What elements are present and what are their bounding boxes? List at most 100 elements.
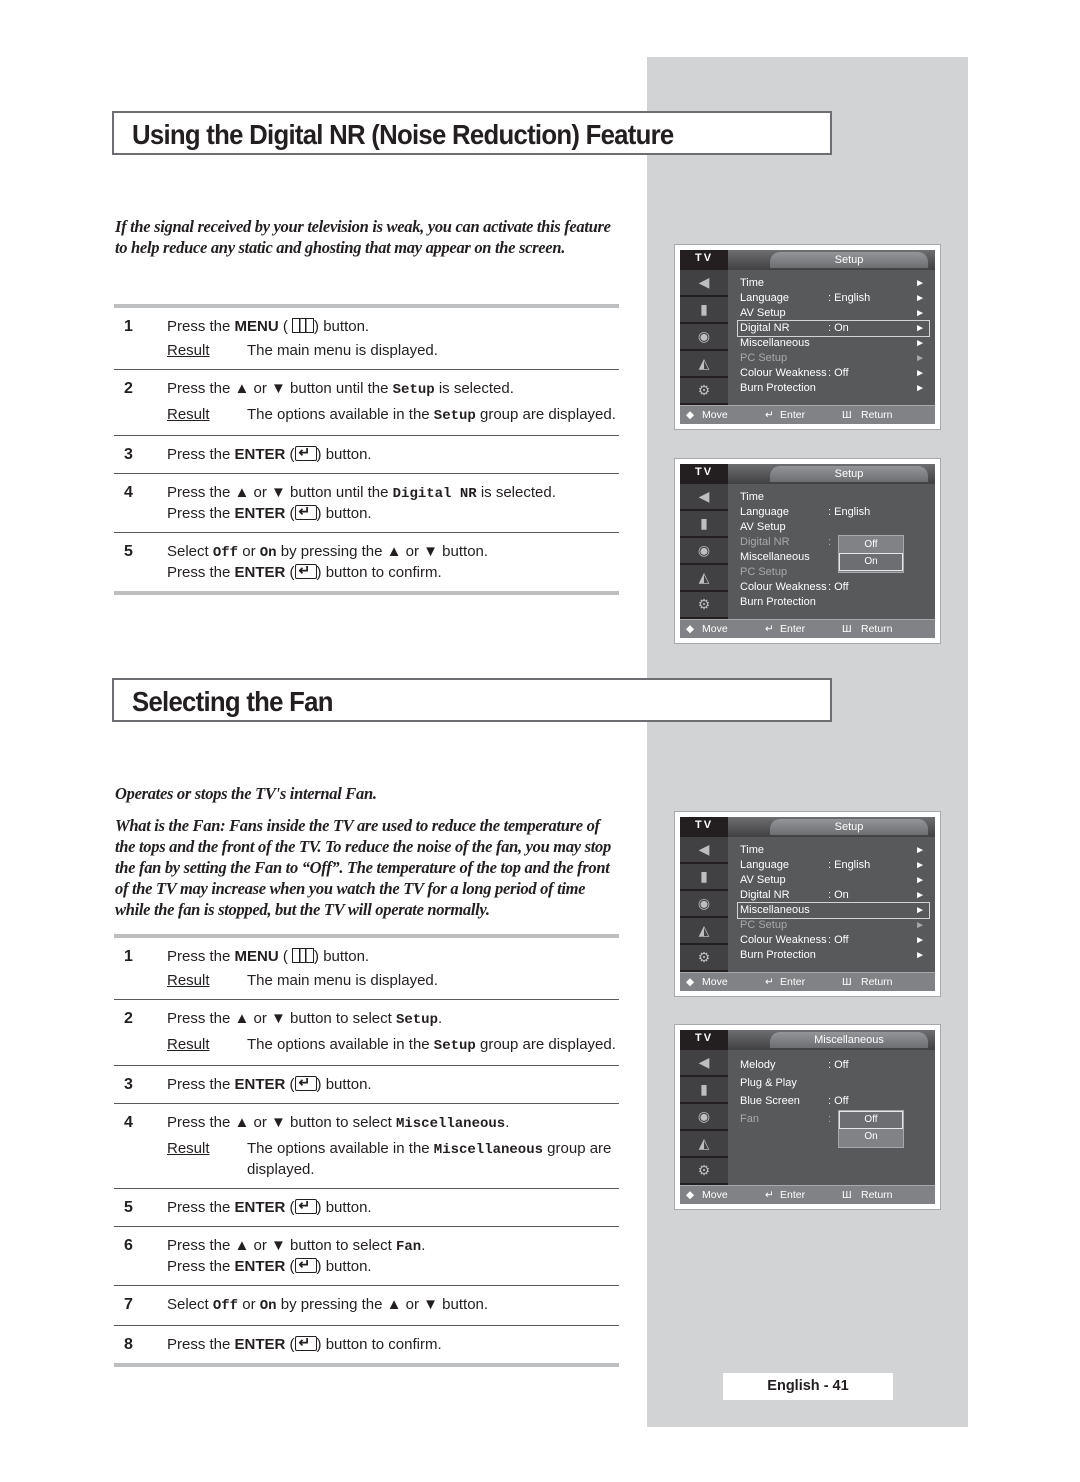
step-text: button. <box>321 1258 372 1275</box>
section-title-fan: Selecting the Fan <box>112 678 832 722</box>
move-label: Move <box>702 623 728 635</box>
satellite-dish-icon: ◀ <box>680 270 728 297</box>
osd-item-label: Time <box>740 491 765 503</box>
osd-item-value: : Off <box>828 934 849 946</box>
step-text: Press the <box>167 948 235 965</box>
satellite-dish-icon: ◀ <box>680 837 728 864</box>
osd-item-label: Time <box>740 844 765 856</box>
step-text: . <box>437 1010 443 1027</box>
step-item: 2 Press the ▲ or ▼ button to select Setu… <box>114 1000 619 1066</box>
osd-footer: ◆ Move ↵ Enter Ш Return <box>680 1185 935 1204</box>
menu-term: On <box>259 1298 277 1314</box>
osd-panel: TV Setup ◀ ▮ ◉ ◭ ⚙ Time Language: English AV Setu… <box>680 464 935 638</box>
step-item: 5 Select Off or On by pressing the ▲ or … <box>114 533 619 591</box>
osd-item-label: PC Setup <box>740 352 788 364</box>
step-item: 3 Press the ENTER () button. <box>114 1066 619 1104</box>
osd-item-label: Miscellaneous <box>740 337 810 349</box>
step-text: Press the <box>167 1258 235 1275</box>
osd-item-label: Melody <box>740 1059 776 1071</box>
step-number: 4 <box>124 1114 133 1131</box>
osd-menu-item: Burn Protection <box>738 595 929 610</box>
step-text: Select <box>167 1296 213 1313</box>
osd-item-label: PC Setup <box>740 566 788 578</box>
osd-menu-item: AV Setup ► <box>738 873 929 888</box>
step-number: 1 <box>124 948 133 965</box>
osd-item-value: : Off <box>828 581 849 593</box>
step-number: 7 <box>124 1296 133 1313</box>
osd-item-label: Burn Protection <box>740 949 816 961</box>
step-text: button. <box>319 318 370 335</box>
step-text: or <box>238 1296 260 1313</box>
step-number: 5 <box>124 1199 133 1216</box>
enter-icon: ↵ <box>765 976 774 988</box>
osd-menu-list: Time ► Language: English ► AV Setup ► Digital … <box>737 843 930 963</box>
osd-option-popup: Off On <box>838 535 904 573</box>
osd-item-label: Colour Weakness <box>740 581 827 593</box>
result-text: The main menu is displayed. <box>247 972 438 989</box>
intro-digital-nr: If the signal received by your televisio… <box>115 217 611 257</box>
osd-menu-item: Miscellaneous ► <box>738 336 929 351</box>
osd-icon-column: ◀ ▮ ◉ ◭ ⚙ <box>680 270 728 408</box>
updown-arrow-icon: ◆ <box>686 1189 695 1201</box>
step-text: button to confirm. <box>321 1336 442 1353</box>
step-text: Press the <box>167 505 235 522</box>
osd-item-label: Time <box>740 277 765 289</box>
osd-item-label: Language <box>740 292 789 304</box>
osd-menu-title: Setup <box>770 252 928 268</box>
step-number: 8 <box>124 1336 133 1353</box>
osd-item-label: PC Setup <box>740 919 788 931</box>
enter-icon <box>294 443 317 462</box>
setup-icon: ⚙ <box>680 945 728 972</box>
step-number: 1 <box>124 318 133 335</box>
osd-panel: TV Setup ◀ ▮ ◉ ◭ ⚙ Time ► Language: English ► AV Se… <box>680 250 935 424</box>
osd-tv-label: TV <box>680 464 728 484</box>
step-text: . <box>421 1237 426 1254</box>
result-label: Result <box>167 1140 210 1157</box>
enter-icon <box>294 1196 317 1215</box>
step-item: 8 Press the ENTER () button to confirm. <box>114 1326 619 1363</box>
menu-term: On <box>259 545 277 561</box>
osd-item-label: Colour Weakness <box>740 934 827 946</box>
osd-tv-label: TV <box>680 817 728 837</box>
osd-tv-label: TV <box>680 250 728 270</box>
step-item: 1 Press the MENU ( ) button. Result The m… <box>114 938 619 1000</box>
osd-menu-item: PC Setup ► <box>738 351 929 366</box>
step-text: is selected. <box>434 380 514 397</box>
osd-item-value: : <box>828 1113 832 1125</box>
enter-label: Enter <box>780 623 806 635</box>
step-number: 3 <box>124 1076 133 1093</box>
move-label: Move <box>702 976 728 988</box>
osd-option: On <box>864 1131 878 1142</box>
menu-term: Fan <box>395 1239 422 1255</box>
arrow-right-icon: ► <box>915 383 925 394</box>
osd-item-label: Fan <box>740 1113 759 1125</box>
osd-item-label: Digital NR <box>740 322 790 334</box>
arrow-right-icon: ► <box>915 860 925 871</box>
step-number: 6 <box>124 1237 133 1254</box>
menu-term: Setup <box>433 1038 476 1054</box>
osd-item-value: : On <box>828 889 849 901</box>
picture-icon: ◭ <box>680 1131 728 1158</box>
osd-icon-column: ◀ ▮ ◉ ◭ ⚙ <box>680 1050 728 1188</box>
setup-icon: ⚙ <box>680 378 728 405</box>
sound-icon: ◉ <box>680 538 728 565</box>
step-item: 1 Press the MENU ( ) button. Result The m… <box>114 308 619 370</box>
osd-menu-item: Time ► <box>738 843 929 858</box>
result-text: group are displayed. <box>475 1036 616 1053</box>
enter-icon: ↵ <box>765 409 774 421</box>
osd-menu-item: PC Setup ► <box>738 918 929 933</box>
section-title-text: Using the Digital NR (Noise Reduction) F… <box>132 119 674 150</box>
osd-menu-item: Colour Weakness: Off ► <box>738 366 929 381</box>
updown-arrow-icon: ◆ <box>686 623 695 635</box>
osd-header-bar: TV Setup <box>680 817 935 837</box>
updown-arrow-icon: ◆ <box>686 409 695 421</box>
result-label: Result <box>167 342 210 359</box>
result-text: The main menu is displayed. <box>247 342 438 359</box>
return-label: Return <box>861 1189 893 1201</box>
key-name: MENU <box>234 318 279 335</box>
osd-menu-item: Plug & Play <box>738 1074 929 1092</box>
step-text: Press the ▲ or ▼ button to select <box>167 1010 396 1027</box>
osd-menu-item: AV Setup ► <box>738 306 929 321</box>
arrow-right-icon: ► <box>915 890 925 901</box>
arrow-right-icon: ► <box>915 338 925 349</box>
